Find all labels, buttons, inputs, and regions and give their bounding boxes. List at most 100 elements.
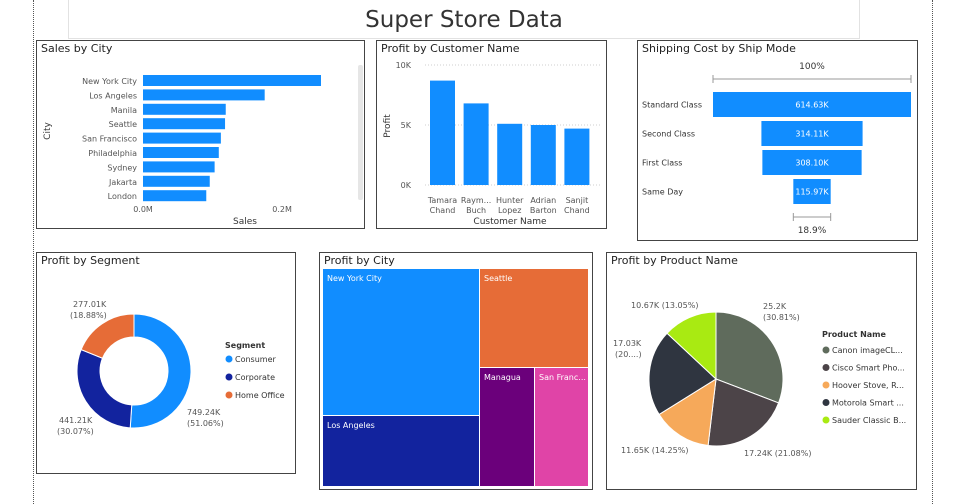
legend-marker — [822, 416, 830, 424]
bar — [143, 132, 221, 144]
category-label: Los Angeles — [89, 91, 137, 100]
profit-by-product-chart: 25.2K (30.81%) 17.24K (21.08%) 11.65K (14.2… — [613, 301, 906, 458]
category-label: Raym... — [461, 196, 491, 205]
treemap-label: Managua — [484, 373, 521, 382]
profit-by-customer-chart: 0K5K10KTamaraChandRaym...BuchHunterLopez… — [383, 61, 602, 227]
x-tick-label: 0.2M — [272, 205, 292, 214]
pie-slice — [80, 313, 135, 359]
funnel-bottom-label: 18.9% — [798, 226, 827, 236]
category-label: Lopez — [498, 206, 521, 215]
category-label: Chand — [430, 206, 456, 215]
data-label: (51.06%) — [187, 419, 224, 428]
treemap-label: New York City — [327, 274, 382, 283]
treemap-cell — [535, 368, 588, 486]
stage-label: Second Class — [642, 130, 695, 139]
shipping-cost-card[interactable]: Shipping Cost by Ship Mode 100% Standard … — [637, 40, 918, 241]
sales-by-city-chart: New York City Los Angeles Manila Seattle San… — [43, 65, 363, 227]
page-border-right — [932, 0, 933, 504]
category-label: London — [108, 192, 137, 201]
profit-by-city-treemap: New York City Los Angeles Seattle Managua Sa… — [323, 269, 588, 486]
treemap-cell — [323, 269, 479, 415]
profit-by-segment-chart: 749.24K (51.06%) 441.21K (30.07%) 277.01K (18… — [57, 300, 285, 436]
treemap-label: San Franc... — [539, 373, 586, 382]
stage-value: 115.97K — [795, 188, 829, 197]
bar — [143, 103, 226, 115]
bar — [430, 80, 455, 185]
profit-by-product-card[interactable]: Profit by Product Name 25.2K (30.81%) 17.2… — [606, 252, 917, 490]
legend-label: Hoover Stove, R... — [832, 381, 904, 390]
bar — [143, 190, 207, 202]
data-label: (30.07%) — [57, 427, 94, 436]
data-label: 749.24K — [187, 408, 221, 417]
legend-title: Product Name — [822, 330, 887, 339]
sales-by-city-card[interactable]: Sales by City New York City Los Angeles Ma… — [36, 40, 365, 229]
data-label: 11.65K (14.25%) — [621, 446, 688, 455]
bar — [143, 118, 226, 130]
y-axis-title: City — [43, 122, 53, 140]
legend-marker — [822, 364, 830, 371]
bar — [143, 75, 321, 86]
profit-by-segment-card[interactable]: Profit by Segment 749.24K (51.06%) 441.21K… — [36, 252, 296, 474]
y-tick-label: 10K — [396, 61, 412, 70]
bar — [143, 147, 219, 158]
category-label: Manila — [111, 106, 137, 115]
profit-by-customer-card[interactable]: Profit by Customer Name 0K 5K 10K Tamara Cha… — [376, 40, 607, 229]
legend-label: Canon imageCL... — [832, 346, 903, 355]
category-label: Philadelphia — [88, 149, 137, 158]
treemap-label: Los Angeles — [327, 421, 375, 430]
legend-title: Segment — [225, 341, 265, 350]
category-label: Sanjit — [566, 196, 589, 205]
x-axis-title: Customer Name — [473, 217, 547, 227]
legend-label: Corporate — [235, 373, 275, 382]
report-title: Super Store Data — [365, 7, 563, 33]
x-tick-label: 0.0M — [133, 205, 153, 214]
bar — [497, 123, 523, 185]
data-label: 277.01K — [73, 300, 107, 309]
category-label: San Francisco — [82, 135, 137, 144]
data-label: (18.88%) — [70, 311, 107, 320]
category-label: Jakarta — [108, 178, 137, 187]
treemap-cell — [480, 368, 534, 486]
legend-marker — [225, 373, 233, 381]
category-label: Barton — [530, 206, 557, 215]
legend-label: Home Office — [235, 391, 285, 400]
category-label: Buch — [466, 206, 486, 215]
bar — [463, 103, 489, 185]
legend-marker — [822, 346, 830, 354]
stage-label: Same Day — [642, 188, 683, 197]
data-label: (30.81%) — [763, 313, 800, 322]
category-label: Hunter — [496, 196, 524, 205]
page-border-left — [33, 0, 34, 504]
legend-marker — [822, 381, 830, 389]
stage-label: First Class — [642, 159, 682, 168]
funnel-top-label: 100% — [799, 62, 825, 72]
stage-value: 308.10K — [795, 159, 829, 168]
legend-marker — [225, 355, 233, 363]
stage-label: Standard Class — [642, 101, 702, 110]
category-label: Chand — [564, 206, 590, 215]
legend-label: Consumer — [235, 355, 277, 364]
data-label: 25.2K — [763, 302, 787, 311]
y-axis-title: Profit — [383, 114, 393, 138]
category-label: Seattle — [109, 120, 137, 129]
data-label: 10.67K (13.05%) — [631, 301, 698, 310]
bar — [143, 89, 265, 101]
legend-label: Motorola Smart ... — [832, 399, 904, 408]
pie-slice — [129, 313, 192, 429]
bar — [564, 128, 590, 185]
profit-by-city-card[interactable]: Profit by City New York City Los Angeles S… — [319, 252, 593, 490]
category-label: Tamara — [427, 196, 457, 205]
legend-marker — [822, 399, 830, 406]
y-tick-label: 5K — [401, 121, 412, 130]
data-label: 17.24K (21.08%) — [744, 449, 811, 458]
shipping-funnel-chart: 100% Standard Class 614.63K Second Class 314… — [642, 62, 912, 236]
treemap-label: Seattle — [484, 274, 512, 283]
category-label: New York City — [82, 77, 137, 86]
report-title-box: Super Store Data — [68, 0, 860, 39]
y-tick-label: 0K — [401, 181, 412, 190]
treemap-cell — [480, 269, 588, 367]
bar — [143, 175, 210, 187]
category-label: Adrian — [530, 196, 556, 205]
data-label: 17.03K — [613, 339, 642, 348]
stage-value: 314.11K — [795, 130, 829, 139]
